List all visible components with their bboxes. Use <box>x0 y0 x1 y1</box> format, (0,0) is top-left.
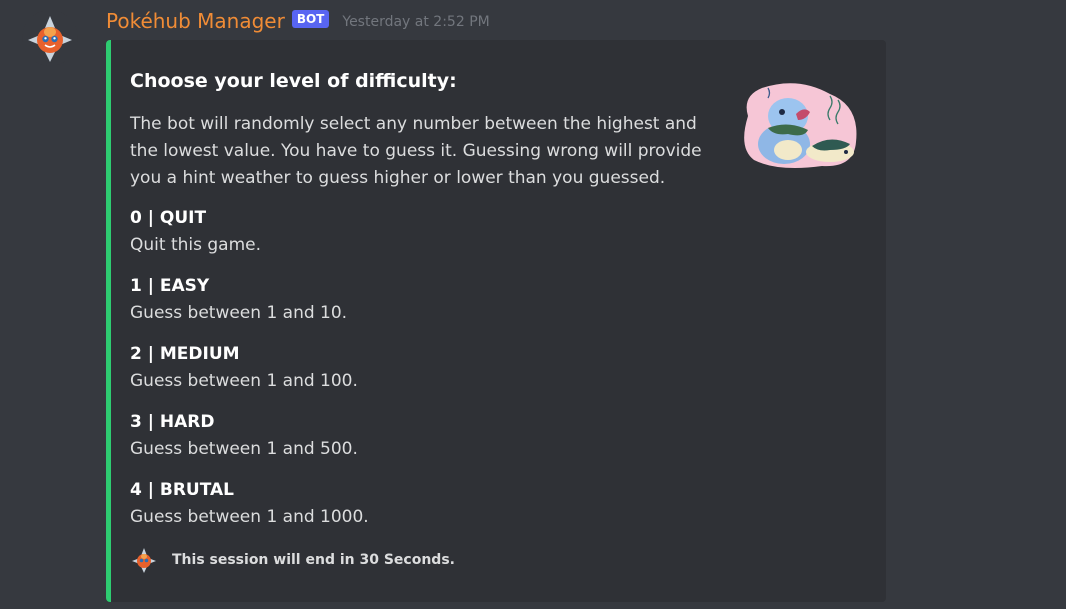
embed-footer: This session will end in 30 Seconds. <box>130 546 455 574</box>
embed-description: The bot will randomly select any number … <box>130 114 702 188</box>
field-name: 3 | HARD <box>130 412 215 432</box>
embed-field-easy: 1 | EASY Guess between 1 and 10. <box>130 274 720 328</box>
embed-accent-bar <box>106 40 111 602</box>
field-value: Quit this game. <box>130 235 262 255</box>
message-header: Pokéhub Manager BOT Yesterday at 2:52 PM <box>106 6 490 36</box>
chat-message: Pokéhub Manager BOT Yesterday at 2:52 PM <box>0 0 1066 609</box>
embed-body: Choose your level of difficulty: The bot… <box>130 68 720 532</box>
field-value: Guess between 1 and 1000. <box>130 507 369 527</box>
rotom-pokemon-icon <box>22 10 78 66</box>
field-value: Guess between 1 and 10. <box>130 303 348 323</box>
field-value: Guess between 1 and 100. <box>130 371 358 391</box>
embed-field-brutal: 4 | BRUTAL Guess between 1 and 1000. <box>130 478 720 532</box>
embed-card: Choose your level of difficulty: The bot… <box>106 40 886 602</box>
message-timestamp: Yesterday at 2:52 PM <box>342 14 490 30</box>
totodile-cyndaquil-sticker-icon <box>744 83 857 168</box>
field-name: 0 | QUIT <box>130 208 207 228</box>
bot-avatar[interactable] <box>22 10 78 66</box>
embed-field-medium: 2 | MEDIUM Guess between 1 and 100. <box>130 342 720 396</box>
rotom-pokemon-icon <box>132 548 156 573</box>
embed-field-hard: 3 | HARD Guess between 1 and 500. <box>130 410 720 464</box>
field-name: 4 | BRUTAL <box>130 480 234 500</box>
bot-badge: BOT <box>291 10 330 28</box>
author-name[interactable]: Pokéhub Manager <box>106 9 285 33</box>
embed-field-quit: 0 | QUIT Quit this game. <box>130 206 720 260</box>
field-name: 1 | EASY <box>130 276 210 296</box>
field-name: 2 | MEDIUM <box>130 344 240 364</box>
footer-text: This session will end in 30 Seconds. <box>172 552 455 568</box>
embed-title: Choose your level of difficulty: <box>130 70 457 92</box>
embed-thumbnail[interactable] <box>738 76 862 172</box>
field-value: Guess between 1 and 500. <box>130 439 358 459</box>
